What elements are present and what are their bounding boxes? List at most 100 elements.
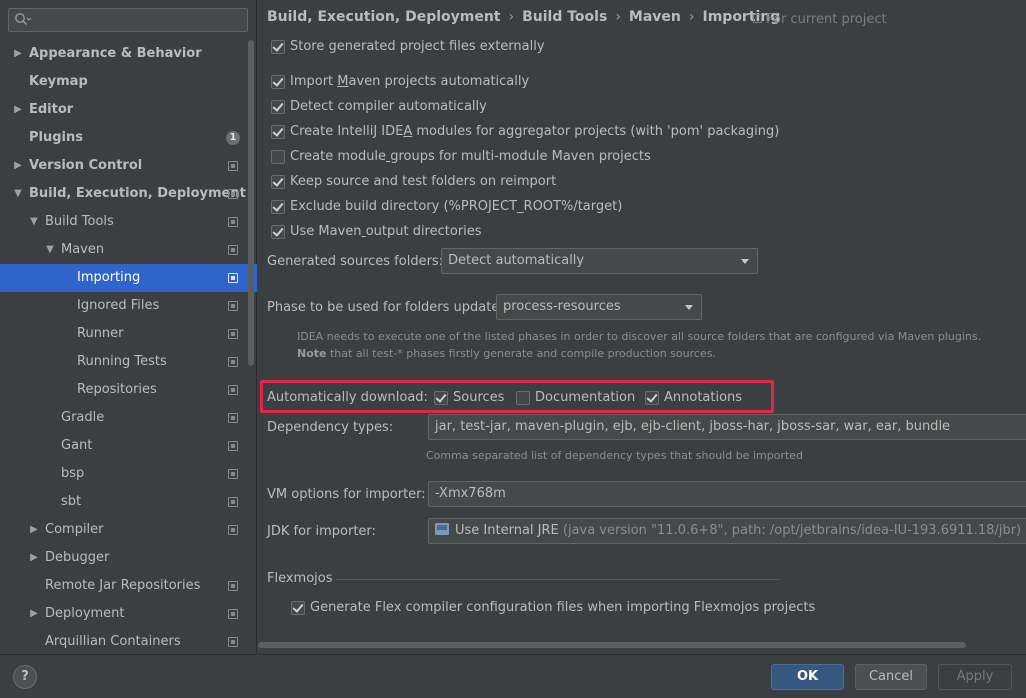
dependency-types-value: jar, test-jar, maven-plugin, ejb, ejb-cl… — [435, 419, 951, 434]
sidebar-item-ignored-files[interactable]: Ignored Files — [0, 292, 257, 320]
project-level-icon — [228, 469, 238, 479]
dependency-types-input[interactable]: jar, test-jar, maven-plugin, ejb, ejb-cl… — [428, 414, 1026, 440]
sidebar-item-label: Compiler — [45, 522, 104, 537]
sidebar-item-editor[interactable]: ▶ Editor — [0, 96, 257, 124]
sidebar-item-appearance-behavior[interactable]: ▶ Appearance & Behavior — [0, 40, 257, 68]
sidebar-item-runner[interactable]: Runner — [0, 320, 257, 348]
content-scrollbar-thumb[interactable] — [258, 642, 966, 648]
expanded-arrow-icon[interactable]: ▼ — [44, 236, 56, 264]
flexmojos-divider — [336, 579, 780, 580]
project-level-icon — [228, 329, 238, 339]
expanded-arrow-icon[interactable]: ▼ — [28, 208, 40, 236]
annotations-label: Annotations — [664, 390, 743, 405]
phase-select[interactable]: process-resources — [496, 294, 702, 320]
sidebar-item-arquillian-containers[interactable]: Arquillian Containers — [0, 628, 257, 656]
sidebar-item-bsp[interactable]: bsp — [0, 460, 257, 488]
create-modules-label: Create IntelliJ IDEA modules for aggrega… — [290, 124, 780, 139]
import-auto-checkbox[interactable] — [271, 75, 285, 89]
project-level-icon — [228, 497, 238, 507]
module-groups-checkbox[interactable] — [271, 150, 285, 164]
import-auto-label: Import Maven projects automatically — [290, 74, 530, 89]
sidebar-item-label: Version Control — [29, 158, 143, 173]
sidebar-item-compiler[interactable]: ▶ Compiler — [0, 516, 257, 544]
project-level-icon — [228, 357, 238, 367]
dependency-types-label: Dependency types: — [267, 420, 394, 435]
detect-compiler-label: Detect compiler automatically — [290, 99, 487, 114]
exclude-build-checkbox[interactable] — [271, 200, 285, 214]
documentation-checkbox[interactable] — [516, 391, 530, 405]
sidebar-item-build-tools[interactable]: ▼ Build Tools — [0, 208, 257, 236]
flex-generate-checkbox[interactable] — [291, 601, 305, 615]
sidebar-item-label: Running Tests — [77, 354, 167, 369]
sidebar-item-label: Arquillian Containers — [45, 634, 181, 649]
vm-options-input[interactable]: -Xmx768m — [428, 481, 1026, 507]
dialog-footer: ? OK Cancel Apply — [0, 654, 1026, 698]
search-box[interactable] — [8, 8, 248, 32]
phase-value: process-resources — [503, 299, 621, 314]
sidebar-item-build-execution-deployment[interactable]: ▼ Build, Execution, Deployment — [0, 180, 257, 208]
project-level-icon — [228, 413, 238, 423]
project-level-icon — [228, 609, 238, 619]
sidebar-item-version-control[interactable]: ▶ Version Control — [0, 152, 257, 180]
documentation-label: Documentation — [535, 390, 636, 405]
collapsed-arrow-icon[interactable]: ▶ — [28, 600, 40, 628]
sources-checkbox[interactable] — [434, 391, 448, 405]
sidebar-item-maven[interactable]: ▼ Maven — [0, 236, 257, 264]
breadcrumb-separator: › — [508, 9, 515, 25]
use-output-label: Use Maven output directories — [290, 224, 482, 239]
project-level-icon — [228, 217, 238, 227]
sidebar-item-label: Keymap — [29, 74, 88, 89]
detect-compiler-checkbox[interactable] — [271, 100, 285, 114]
breadcrumb-separator: › — [615, 9, 621, 25]
collapsed-arrow-icon[interactable]: ▶ — [28, 516, 40, 544]
project-level-icon — [228, 189, 238, 199]
project-level-icon — [228, 161, 238, 171]
sidebar-item-running-tests[interactable]: Running Tests — [0, 348, 257, 376]
sidebar-item-sbt[interactable]: sbt — [0, 488, 257, 516]
sidebar-scrollbar[interactable] — [247, 40, 255, 630]
collapsed-arrow-icon[interactable]: ▶ — [12, 152, 24, 180]
sidebar-item-label: Gradle — [61, 410, 105, 425]
expanded-arrow-icon[interactable]: ▼ — [12, 180, 24, 208]
store-external-checkbox[interactable] — [271, 40, 285, 54]
search-input[interactable] — [33, 11, 243, 29]
sidebar-item-remote-jar-repositories[interactable]: Remote Jar Repositories — [0, 572, 257, 600]
sidebar-item-label: sbt — [61, 494, 82, 509]
create-modules-checkbox[interactable] — [271, 125, 285, 139]
sidebar-item-importing[interactable]: Importing — [0, 264, 257, 292]
search-icon — [14, 12, 32, 28]
breadcrumb-item: Build, Execution, Deployment — [267, 9, 501, 25]
generated-sources-select[interactable]: Detect automatically — [441, 248, 758, 274]
content-horizontal-scrollbar[interactable] — [258, 641, 966, 649]
sidebar-item-keymap[interactable]: Keymap — [0, 68, 257, 96]
sidebar-item-repositories[interactable]: Repositories — [0, 376, 257, 404]
keep-source-checkbox[interactable] — [271, 175, 285, 189]
collapsed-arrow-icon[interactable]: ▶ — [12, 96, 24, 124]
store-external-label: Store generated project files externally — [290, 39, 545, 54]
chevron-down-icon — [685, 305, 693, 310]
sidebar-item-label: Build Tools — [45, 214, 114, 229]
ok-button[interactable]: OK — [771, 664, 844, 690]
project-level-icon — [228, 385, 238, 395]
sidebar-item-label: Importing — [77, 270, 141, 285]
sidebar-item-label: Plugins — [29, 130, 83, 145]
sidebar-item-debugger[interactable]: ▶ Debugger — [0, 544, 257, 572]
sidebar-item-plugins[interactable]: Plugins 1 — [0, 124, 257, 152]
exclude-build-label: Exclude build directory (%PROJECT_ROOT%/… — [290, 199, 623, 214]
sidebar-item-deployment[interactable]: ▶ Deployment — [0, 600, 257, 628]
annotations-checkbox[interactable] — [645, 391, 659, 405]
for-current-project-label: For current project — [766, 12, 887, 27]
sidebar-item-gradle[interactable]: Gradle — [0, 404, 257, 432]
apply-button[interactable]: Apply — [938, 664, 1012, 690]
help-button[interactable]: ? — [13, 665, 37, 689]
sidebar-item-gant[interactable]: Gant — [0, 432, 257, 460]
chevron-down-icon — [741, 259, 749, 264]
collapsed-arrow-icon[interactable]: ▶ — [28, 544, 40, 572]
sidebar-scrollbar-thumb[interactable] — [248, 40, 254, 366]
vm-options-value: -Xmx768m — [435, 486, 506, 501]
jdk-select[interactable]: Use Internal JRE (java version "11.0.6+8… — [428, 518, 1026, 544]
collapsed-arrow-icon[interactable]: ▶ — [12, 40, 24, 68]
use-output-checkbox[interactable] — [271, 225, 285, 239]
cancel-button[interactable]: Cancel — [855, 664, 927, 690]
breadcrumb-item: Maven — [628, 9, 681, 25]
